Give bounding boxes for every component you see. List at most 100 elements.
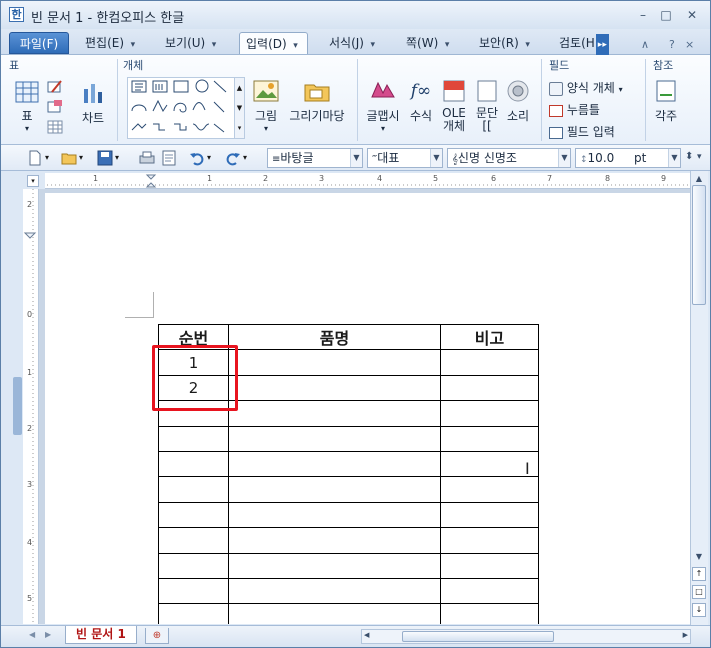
more-tabs-icon[interactable]: ▸▸ xyxy=(595,34,609,56)
table-cell[interactable] xyxy=(228,450,441,478)
table-cell[interactable] xyxy=(440,476,539,503)
chevron-down-icon[interactable]: ▾ xyxy=(13,124,41,133)
scroll-thumb[interactable] xyxy=(692,185,706,305)
draw-table-icon[interactable] xyxy=(47,79,63,98)
glyph-art-button[interactable]: 글맵시 ▾ xyxy=(365,79,401,133)
chevron-down-icon[interactable]: ▼ xyxy=(350,149,362,167)
table-cell[interactable] xyxy=(228,374,441,402)
font-select[interactable]: 𝄞신명 신명조 ▼ xyxy=(447,148,571,168)
tab-file[interactable]: 파일(F) xyxy=(9,32,69,54)
table-cell[interactable] xyxy=(158,425,229,452)
picture-button[interactable]: 그림 ▾ xyxy=(251,79,281,133)
table-cell[interactable] xyxy=(228,577,441,605)
new-tab-icon[interactable]: ⊕ xyxy=(145,628,169,644)
tab-format[interactable]: 서식(J) ▾ xyxy=(329,32,378,54)
chevron-down-icon[interactable]: ▾ xyxy=(523,34,533,56)
help-icon[interactable]: ? xyxy=(669,38,675,51)
save-icon[interactable] xyxy=(97,150,113,166)
tab-view[interactable]: 보기(U) ▾ xyxy=(165,32,219,54)
open-folder-icon[interactable] xyxy=(61,150,77,166)
table-cell[interactable] xyxy=(228,603,441,624)
drawing-mart-button[interactable]: 그리기마당 xyxy=(285,79,349,124)
chevron-down-icon[interactable]: ▾ xyxy=(619,85,623,94)
press-button-field[interactable]: 누름틀 xyxy=(549,101,600,118)
table-cell[interactable] xyxy=(228,552,441,579)
footnote-button[interactable]: 각주 xyxy=(651,79,681,124)
table-header-cell[interactable]: 비고 xyxy=(440,323,539,351)
table-header-cell[interactable]: 품명 xyxy=(228,323,441,351)
chevron-down-icon[interactable]: ▾ xyxy=(207,153,223,169)
last-tab-icon[interactable]: ▶ xyxy=(45,630,51,639)
ribbon-close-icon[interactable]: × xyxy=(685,38,694,51)
chevron-down-icon[interactable]: ▾ xyxy=(368,34,378,56)
style-select[interactable]: ≡바탕글 ▼ xyxy=(267,148,363,168)
chevron-down-icon[interactable]: ▼ xyxy=(558,149,570,167)
tab-edit[interactable]: 편집(E) ▾ xyxy=(85,32,138,54)
paragraph-button[interactable]: 문단 [[ xyxy=(473,79,501,133)
table-cell[interactable] xyxy=(158,501,229,529)
prev-page-icon[interactable]: ↑ xyxy=(692,567,706,581)
table-cell[interactable] xyxy=(158,450,229,478)
document-page[interactable]: 순번 품명 비고 12 I xyxy=(45,193,691,624)
app-icon[interactable]: 한 xyxy=(9,7,24,22)
field-input-button[interactable]: 필드 입력 xyxy=(549,123,615,140)
horizontal-scroll-thumb[interactable] xyxy=(402,631,554,642)
chevron-down-icon[interactable]: ▾ xyxy=(442,34,452,56)
chevron-down-icon[interactable]: ▾ xyxy=(45,153,61,169)
new-document-icon[interactable] xyxy=(27,150,43,166)
chevron-down-icon[interactable]: ▾ xyxy=(115,153,131,169)
table-cell[interactable] xyxy=(228,400,441,427)
ruler-corner[interactable]: ▾ xyxy=(27,175,39,187)
table-cell[interactable] xyxy=(440,450,539,478)
vertical-ruler[interactable]: 2 0 1 2 3 4 5 xyxy=(23,189,39,624)
table-button[interactable]: 표 ▾ xyxy=(13,81,41,133)
font-size-field[interactable]: ↕10.0 pt ▼ xyxy=(575,148,681,168)
table-cell[interactable] xyxy=(440,603,539,624)
form-object-button[interactable]: 양식 개체 ▾ xyxy=(549,79,623,96)
erase-table-icon[interactable] xyxy=(47,99,63,118)
table-cells-icon[interactable] xyxy=(47,119,63,138)
undo-icon[interactable] xyxy=(189,150,205,166)
table-cell[interactable] xyxy=(158,577,229,605)
scroll-down-icon[interactable]: ▼ xyxy=(692,551,706,563)
shapes-more-icon[interactable]: ▾ xyxy=(234,118,244,138)
table-cell[interactable] xyxy=(440,501,539,529)
document-tab[interactable]: 빈 문서 1 xyxy=(65,626,137,644)
scroll-right-icon[interactable]: ▶ xyxy=(683,631,688,639)
toolbar-overflow-icon[interactable]: ▾ xyxy=(697,152,710,168)
table-cell[interactable] xyxy=(158,552,229,579)
table-cell[interactable] xyxy=(440,349,539,376)
tab-input[interactable]: 입력(D) ▾ xyxy=(239,32,308,54)
next-page-icon[interactable]: ↓ xyxy=(692,603,706,617)
chevron-down-icon[interactable]: ▼ xyxy=(668,149,680,167)
chevron-down-icon[interactable]: ▾ xyxy=(79,153,95,169)
table-cell[interactable] xyxy=(440,374,539,402)
redo-icon[interactable] xyxy=(225,150,241,166)
chevron-down-icon[interactable]: ▾ xyxy=(365,124,401,133)
chevron-down-icon[interactable]: ▼ xyxy=(430,149,442,167)
chevron-down-icon[interactable]: ▾ xyxy=(291,35,301,57)
minimize-button[interactable]: – xyxy=(634,8,652,22)
table-cell[interactable] xyxy=(158,476,229,503)
ole-button[interactable]: OLE 개체 xyxy=(439,79,469,133)
close-button[interactable]: ✕ xyxy=(683,8,701,22)
maximize-button[interactable]: □ xyxy=(657,8,675,22)
shapes-scroll-up-icon[interactable]: ▲ xyxy=(234,78,244,98)
scroll-left-icon[interactable]: ◀ xyxy=(364,631,369,639)
table-cell[interactable] xyxy=(228,527,441,554)
table-cell[interactable] xyxy=(228,501,441,529)
table-cell[interactable] xyxy=(228,349,441,376)
chevron-down-icon[interactable]: ▾ xyxy=(209,34,219,56)
horizontal-ruler[interactable]: 1·1 234 567 89 xyxy=(45,173,691,189)
table-cell[interactable] xyxy=(440,577,539,605)
table-cell[interactable] xyxy=(158,603,229,624)
shapes-scroll-down-icon[interactable]: ▼ xyxy=(234,98,244,118)
first-tab-icon[interactable]: ◀ xyxy=(29,630,35,639)
scroll-up-icon[interactable]: ▲ xyxy=(692,173,706,185)
left-panel-toggle[interactable] xyxy=(13,377,22,435)
table-cell[interactable] xyxy=(158,527,229,554)
page-select-icon[interactable]: □ xyxy=(692,585,706,599)
language-select[interactable]: ‴대표 ▼ xyxy=(367,148,443,168)
table-cell[interactable] xyxy=(440,527,539,554)
chevron-down-icon[interactable]: ▾ xyxy=(128,34,138,56)
